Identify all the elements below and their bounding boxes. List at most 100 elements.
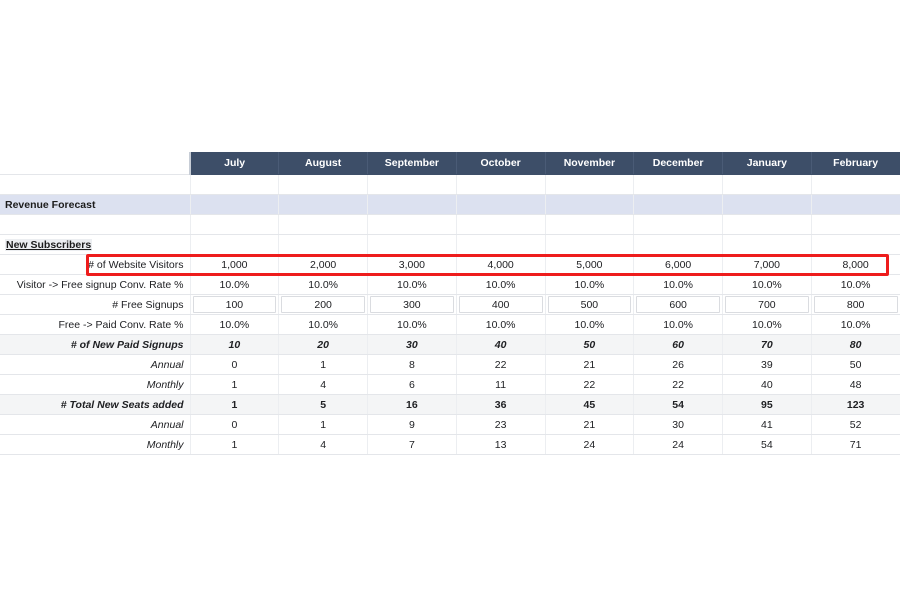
- cell-value[interactable]: 1,000: [190, 254, 280, 275]
- row-label-monthly-seats[interactable]: Monthly: [0, 434, 191, 455]
- empty-cell[interactable]: [633, 174, 723, 195]
- cell-value[interactable]: 200: [278, 294, 368, 315]
- cell-value[interactable]: 700: [722, 294, 812, 315]
- empty-cell[interactable]: [722, 234, 812, 255]
- cell-value[interactable]: 50: [545, 334, 635, 355]
- column-header-january[interactable]: January: [722, 152, 812, 175]
- cell-value[interactable]: 10.0%: [722, 314, 812, 335]
- empty-cell[interactable]: [190, 194, 280, 215]
- cell-value[interactable]: 0: [190, 354, 280, 375]
- empty-cell[interactable]: [811, 174, 900, 195]
- cell-value[interactable]: 8: [367, 354, 457, 375]
- cell-value[interactable]: 13: [456, 434, 546, 455]
- cell-value[interactable]: 54: [633, 394, 723, 415]
- cell-value[interactable]: 11: [456, 374, 546, 395]
- cell-value[interactable]: 24: [633, 434, 723, 455]
- cell-value[interactable]: 10.0%: [633, 314, 723, 335]
- row-label-total-new-seats[interactable]: # Total New Seats added: [0, 394, 191, 415]
- cell-value[interactable]: 1: [190, 394, 280, 415]
- empty-cell[interactable]: [545, 234, 635, 255]
- cell-value[interactable]: 36: [456, 394, 546, 415]
- cell-value[interactable]: 600: [633, 294, 723, 315]
- cell-value[interactable]: 80: [811, 334, 900, 355]
- row-label-free-to-paid-rate[interactable]: Free -> Paid Conv. Rate %: [0, 314, 191, 335]
- cell-value[interactable]: 10.0%: [278, 314, 368, 335]
- cell-value[interactable]: 10.0%: [190, 274, 280, 295]
- cell-value[interactable]: 95: [722, 394, 812, 415]
- cell-value[interactable]: 7: [367, 434, 457, 455]
- column-header-october[interactable]: October: [456, 152, 546, 175]
- empty-cell[interactable]: [190, 214, 280, 235]
- column-header-september[interactable]: September: [367, 152, 457, 175]
- row-label-annual-seats[interactable]: Annual: [0, 414, 191, 435]
- row-label-annual-signups[interactable]: Annual: [0, 354, 191, 375]
- empty-cell[interactable]: [367, 174, 457, 195]
- cell-value[interactable]: 6,000: [633, 254, 723, 275]
- cell-value[interactable]: 52: [811, 414, 900, 435]
- empty-cell[interactable]: [722, 214, 812, 235]
- empty-cell[interactable]: [633, 234, 723, 255]
- cell-value[interactable]: 4: [278, 374, 368, 395]
- cell-value[interactable]: 45: [545, 394, 635, 415]
- cell-value[interactable]: 100: [190, 294, 280, 315]
- cell-value[interactable]: 10.0%: [633, 274, 723, 295]
- cell-value[interactable]: 10.0%: [367, 314, 457, 335]
- cell-value[interactable]: 400: [456, 294, 546, 315]
- cell-value[interactable]: 7,000: [722, 254, 812, 275]
- cell-value[interactable]: 10.0%: [367, 274, 457, 295]
- empty-cell[interactable]: [0, 214, 191, 235]
- cell-value[interactable]: 5: [278, 394, 368, 415]
- cell-value[interactable]: 10.0%: [190, 314, 280, 335]
- row-label-visitor-to-free-rate[interactable]: Visitor -> Free signup Conv. Rate %: [0, 274, 191, 295]
- cell-value[interactable]: 41: [722, 414, 812, 435]
- cell-value[interactable]: 40: [722, 374, 812, 395]
- cell-value[interactable]: 10.0%: [722, 274, 812, 295]
- cell-value[interactable]: 60: [633, 334, 723, 355]
- cell-value[interactable]: 1: [278, 354, 368, 375]
- cell-value[interactable]: 16: [367, 394, 457, 415]
- cell-value[interactable]: 6: [367, 374, 457, 395]
- row-label-new-paid-signups[interactable]: # of New Paid Signups: [0, 334, 191, 355]
- empty-cell[interactable]: [278, 214, 368, 235]
- column-header-november[interactable]: November: [545, 152, 635, 175]
- cell-value[interactable]: 5,000: [545, 254, 635, 275]
- empty-cell[interactable]: [278, 174, 368, 195]
- cell-value[interactable]: 70: [722, 334, 812, 355]
- empty-cell[interactable]: [278, 234, 368, 255]
- column-header-july[interactable]: July: [190, 152, 280, 175]
- empty-cell[interactable]: [456, 174, 546, 195]
- cell-value[interactable]: 10.0%: [456, 314, 546, 335]
- cell-value[interactable]: 123: [811, 394, 900, 415]
- empty-cell[interactable]: [456, 214, 546, 235]
- empty-cell[interactable]: [367, 194, 457, 215]
- cell-value[interactable]: 48: [811, 374, 900, 395]
- cell-value[interactable]: 26: [633, 354, 723, 375]
- cell-value[interactable]: 2,000: [278, 254, 368, 275]
- column-header-february[interactable]: February: [811, 152, 900, 175]
- cell-value[interactable]: 4: [278, 434, 368, 455]
- spreadsheet-grid[interactable]: July August September October November D…: [0, 152, 900, 455]
- cell-value[interactable]: 10.0%: [811, 314, 900, 335]
- empty-cell[interactable]: [633, 214, 723, 235]
- empty-cell[interactable]: [190, 234, 280, 255]
- row-label-monthly-signups[interactable]: Monthly: [0, 374, 191, 395]
- empty-cell[interactable]: [811, 214, 900, 235]
- cell-value[interactable]: 3,000: [367, 254, 457, 275]
- section-title[interactable]: Revenue Forecast: [0, 194, 191, 215]
- cell-value[interactable]: 54: [722, 434, 812, 455]
- empty-cell[interactable]: [722, 174, 812, 195]
- empty-cell[interactable]: [367, 234, 457, 255]
- column-header-december[interactable]: December: [633, 152, 723, 175]
- cell-value[interactable]: 23: [456, 414, 546, 435]
- cell-value[interactable]: 21: [545, 414, 635, 435]
- column-header-august[interactable]: August: [278, 152, 368, 175]
- cell-value[interactable]: 22: [633, 374, 723, 395]
- cell-value[interactable]: 21: [545, 354, 635, 375]
- cell-value[interactable]: 22: [545, 374, 635, 395]
- empty-cell[interactable]: [722, 194, 812, 215]
- cell-value[interactable]: 30: [633, 414, 723, 435]
- cell-value[interactable]: 10.0%: [456, 274, 546, 295]
- cell-value[interactable]: 50: [811, 354, 900, 375]
- subsection-title[interactable]: New Subscribers: [0, 234, 191, 255]
- empty-cell[interactable]: [545, 214, 635, 235]
